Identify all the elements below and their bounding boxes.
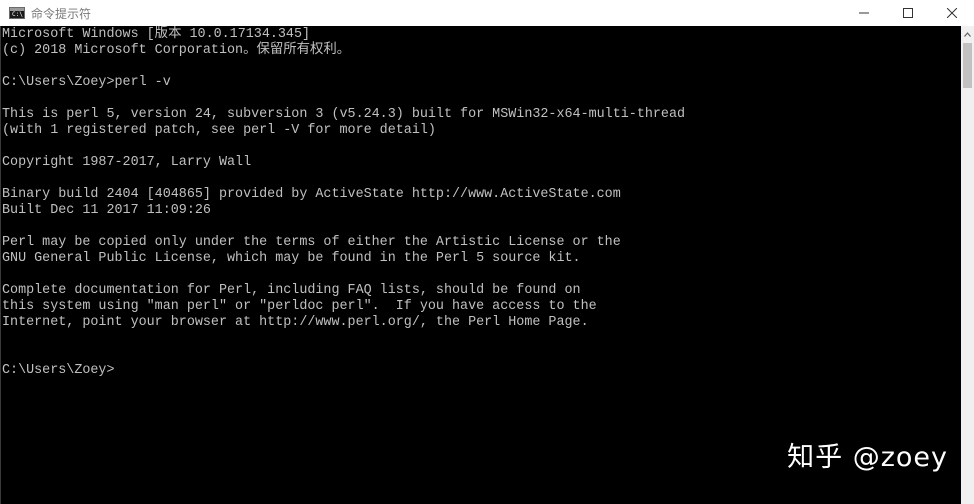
caption-buttons (842, 0, 974, 26)
maximize-icon (903, 8, 913, 18)
close-button[interactable] (930, 0, 974, 26)
title-bar[interactable]: C:\ 命令提示符 (0, 0, 974, 26)
scrollbar-thumb[interactable] (963, 43, 972, 88)
minimize-button[interactable] (842, 0, 886, 26)
window-title: 命令提示符 (31, 6, 92, 21)
close-icon (947, 8, 957, 18)
vertical-scrollbar[interactable] (961, 26, 974, 504)
zhihu-watermark: 知乎 @zoey (787, 442, 948, 473)
console-output-area[interactable]: Microsoft Windows [版本 10.0.17134.345] (c… (0, 26, 961, 504)
minimize-icon (859, 12, 869, 14)
cmd-window: C:\ 命令提示符 Microsoft Windows [版本 10.0.171… (0, 0, 974, 504)
chevron-up-icon (964, 31, 971, 37)
cmd-icon[interactable]: C:\ (9, 7, 25, 19)
maximize-button[interactable] (886, 0, 930, 26)
console-text[interactable]: Microsoft Windows [版本 10.0.17134.345] (c… (1, 26, 961, 379)
scroll-up-button[interactable] (961, 26, 974, 42)
